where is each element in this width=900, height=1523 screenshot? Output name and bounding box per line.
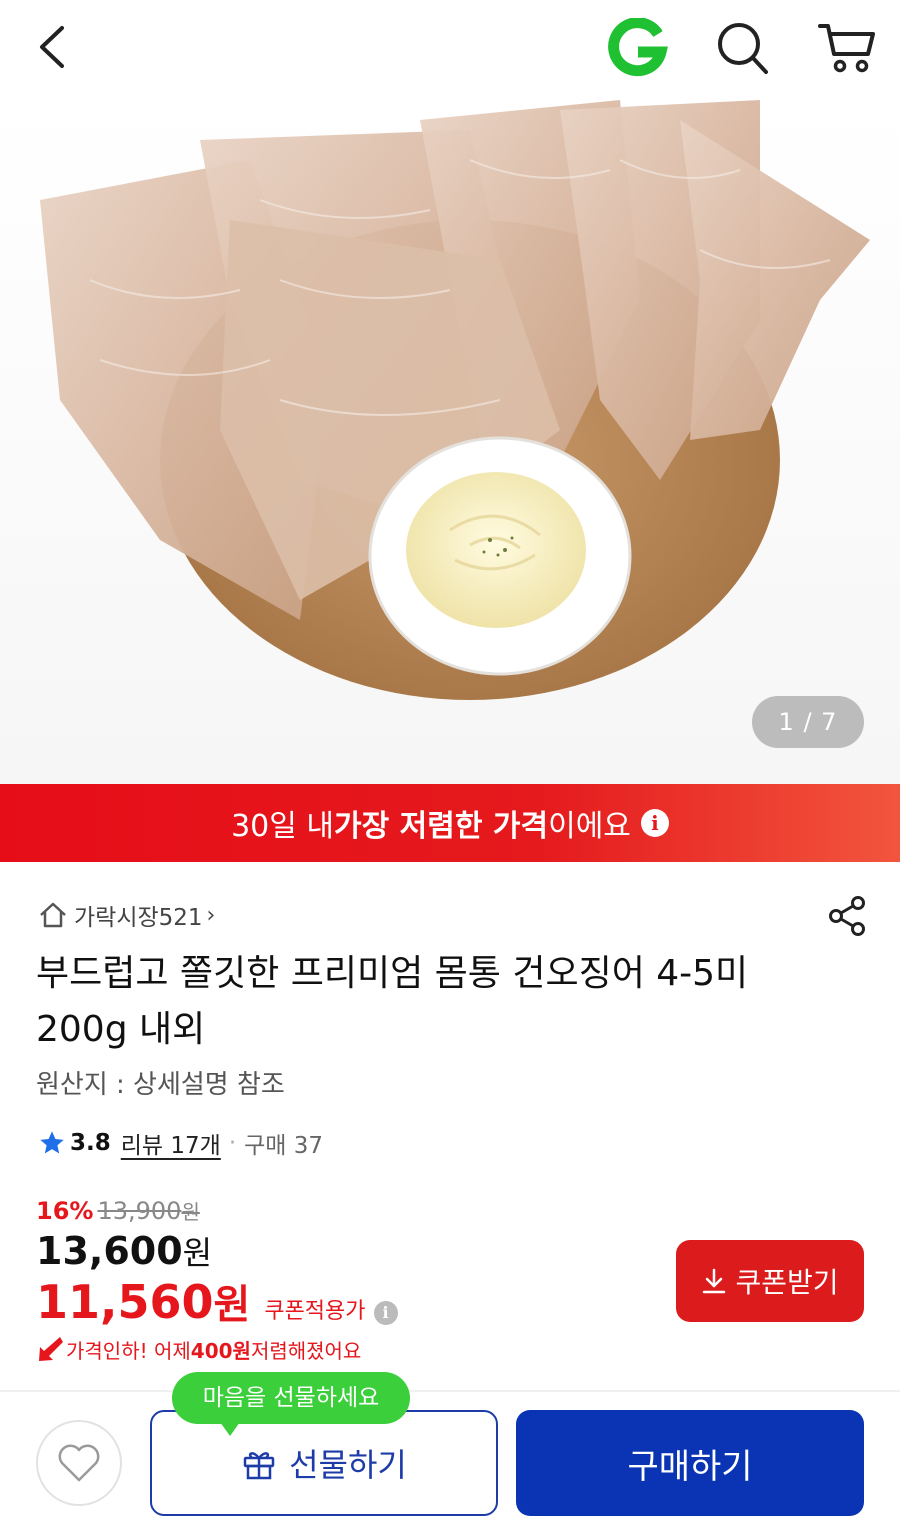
discount-row: 16% 13,900 원 xyxy=(36,1196,200,1225)
rating-row: 3.8 리뷰 17개 · 구매 37 xyxy=(38,1126,323,1160)
buy-button[interactable]: 구매하기 xyxy=(516,1410,864,1516)
price-drop-amount: 400원 xyxy=(190,1338,251,1363)
search-icon xyxy=(718,23,768,74)
share-button[interactable] xyxy=(826,894,870,938)
heart-icon xyxy=(58,1444,100,1482)
cart-button[interactable] xyxy=(816,16,878,78)
price-down-arrow-icon xyxy=(39,1337,63,1361)
rating-score: 3.8 xyxy=(70,1130,111,1156)
gift-button-label: 선물하기 xyxy=(289,1447,407,1483)
product-title: 부드럽고 쫄깃한 프리미엄 몸통 건오징어 4-5미 200g 내외 xyxy=(36,953,749,1050)
back-button[interactable] xyxy=(30,22,80,72)
gmarket-logo[interactable] xyxy=(606,17,668,80)
product-photo xyxy=(40,100,870,700)
star-icon xyxy=(40,1131,64,1154)
product-image-carousel[interactable]: 1 / 7 xyxy=(0,100,900,784)
separator-dot: · xyxy=(228,1130,237,1156)
original-price: 13,900 xyxy=(97,1197,182,1225)
product-origin: 원산지 : 상세설명 참조 xyxy=(36,1070,285,1100)
g-logo-icon xyxy=(608,17,668,77)
download-icon xyxy=(703,1268,726,1294)
share-icon xyxy=(829,896,865,936)
coupon-info-icon[interactable]: i xyxy=(373,1301,398,1325)
lowest-price-banner[interactable]: 30일 내 가장 저렴한 가격 이에요 i xyxy=(0,784,900,862)
sale-price-unit: 원 xyxy=(182,1234,213,1272)
gift-icon xyxy=(243,1452,275,1480)
banner-prefix: 30일 내 xyxy=(231,809,334,844)
image-pager: 1 / 7 xyxy=(752,696,864,748)
product-page: 1 / 7 30일 내 가장 저렴한 가격 이에요 i 가락시장521 › 부드… xyxy=(0,0,900,1523)
chevron-left-icon xyxy=(40,26,64,68)
store-link[interactable]: 가락시장521 › xyxy=(38,898,215,932)
gift-tooltip: 마음을 선물하세요 xyxy=(172,1372,410,1436)
info-icon[interactable]: i xyxy=(640,809,669,837)
home-icon xyxy=(40,902,66,928)
price-drop-suffix: 저렴해졌어요 xyxy=(250,1338,362,1363)
chevron-right-icon: › xyxy=(206,902,216,928)
top-bar xyxy=(0,0,900,100)
banner-suffix: 이에요 xyxy=(548,809,631,844)
coupon-price-value: 11,560 xyxy=(36,1275,214,1329)
coupon-price: 11,560 원 쿠폰적용가 i xyxy=(36,1272,398,1330)
coupon-download-button[interactable]: 쿠폰받기 xyxy=(676,1240,864,1322)
wishlist-button[interactable] xyxy=(36,1420,122,1506)
divider xyxy=(0,1390,900,1392)
sale-price-value: 13,600 xyxy=(36,1229,183,1273)
purchase-count: 구매 37 xyxy=(244,1133,324,1159)
store-name: 가락시장521 xyxy=(74,905,203,931)
buy-button-label: 구매하기 xyxy=(627,1447,753,1486)
review-count-link[interactable]: 리뷰 17개 xyxy=(121,1126,221,1160)
original-price-unit: 원 xyxy=(181,1200,200,1224)
price-drop-prefix: 가격인하! 어제 xyxy=(66,1338,191,1363)
banner-highlight: 가장 저렴한 가격 xyxy=(334,809,549,844)
search-button[interactable] xyxy=(714,18,770,78)
coupon-price-label: 쿠폰적용가 xyxy=(264,1299,366,1324)
discount-percent: 16% xyxy=(36,1197,94,1225)
cart-icon xyxy=(818,24,875,73)
coupon-button-label: 쿠폰받기 xyxy=(735,1267,839,1298)
coupon-price-unit: 원 xyxy=(213,1282,251,1328)
price-drop-note: 가격인하! 어제 400원 저렴해졌어요 xyxy=(36,1334,361,1364)
gift-button[interactable]: 선물하기 xyxy=(150,1410,498,1516)
sale-price: 13,600원 xyxy=(36,1228,212,1274)
